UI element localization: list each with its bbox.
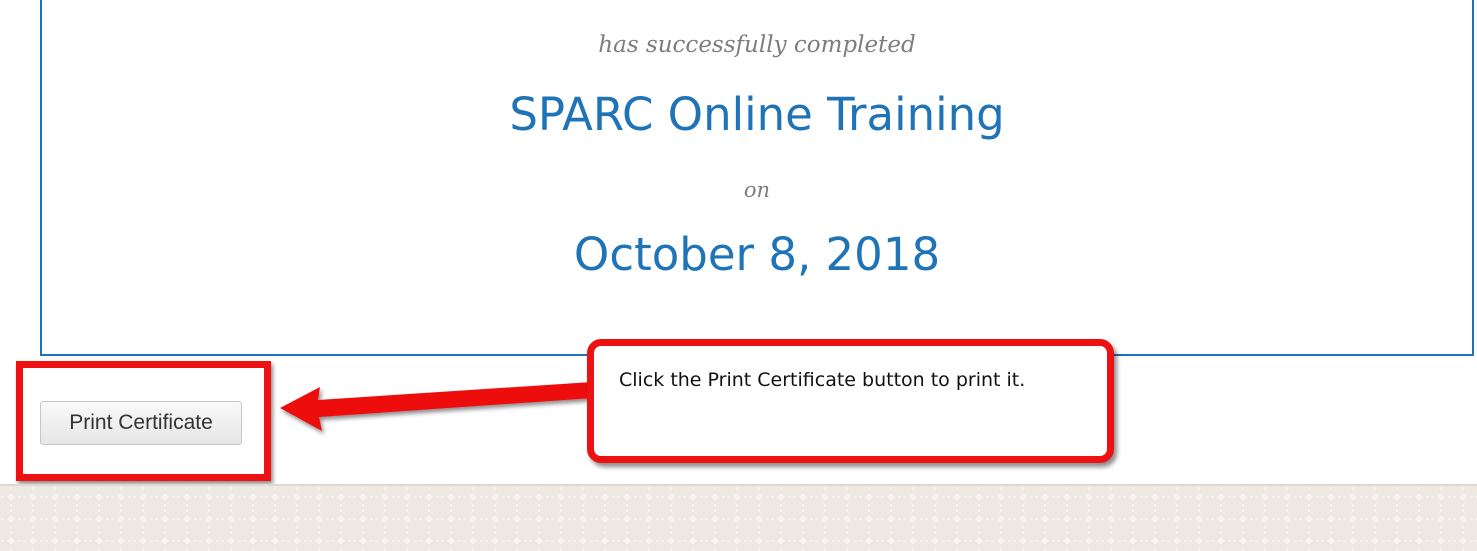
callout-text: Click the Print Certificate button to pr…: [619, 369, 1026, 391]
annotation-callout: Click the Print Certificate button to pr…: [587, 339, 1114, 463]
footer-pattern: [0, 484, 1477, 551]
date-connector: on: [743, 178, 771, 202]
completion-date: October 8, 2018: [573, 228, 941, 281]
page: has successfully completed SPARC Online …: [0, 0, 1477, 551]
certificate-panel: has successfully completed SPARC Online …: [40, 0, 1474, 356]
diamond-pattern-icon: [0, 486, 1477, 551]
print-certificate-button[interactable]: Print Certificate: [40, 401, 242, 445]
course-name: SPARC Online Training: [509, 88, 1005, 141]
completion-statement: has successfully completed: [598, 32, 916, 58]
